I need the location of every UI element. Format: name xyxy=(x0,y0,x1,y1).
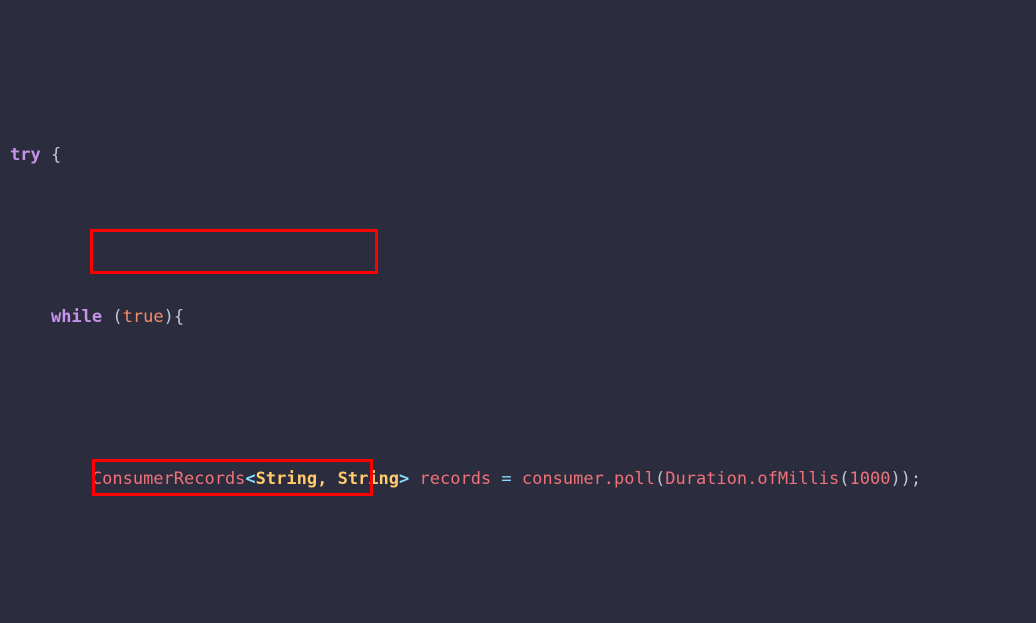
code-line-2: while (true){ xyxy=(10,301,921,333)
keyword-try: try xyxy=(10,144,41,165)
generic-string-2: String xyxy=(337,468,400,489)
var-records: records xyxy=(419,468,492,489)
literal-true: true xyxy=(122,306,164,327)
paren-open: ( xyxy=(839,468,850,489)
number-poll-timeout: 1000 xyxy=(849,468,891,489)
angle-close: > xyxy=(399,468,410,489)
generic-comma: , xyxy=(317,468,328,489)
punct: ){ xyxy=(163,306,185,327)
punct: ( xyxy=(102,306,123,327)
angle-open: < xyxy=(245,468,256,489)
type-consumer-records: ConsumerRecords xyxy=(91,468,246,489)
operator-assign: = xyxy=(501,468,512,489)
generic-string-1: String xyxy=(255,468,318,489)
code-line-3: ConsumerRecords<String, String> records … xyxy=(10,463,921,495)
code-line-1: try { xyxy=(10,139,921,171)
call-duration-ofmillis: Duration.ofMillis xyxy=(665,468,840,489)
code-screenshot: try { while (true){ ConsumerRecords<Stri… xyxy=(0,0,1036,623)
punct: { xyxy=(40,144,62,165)
keyword-while: while xyxy=(50,306,103,327)
call-consumer-poll: consumer.poll xyxy=(521,468,655,489)
paren-open: ( xyxy=(654,468,666,489)
paren-close: )); xyxy=(890,468,922,489)
java-code-block: try { while (true){ ConsumerRecords<Stri… xyxy=(10,9,921,623)
